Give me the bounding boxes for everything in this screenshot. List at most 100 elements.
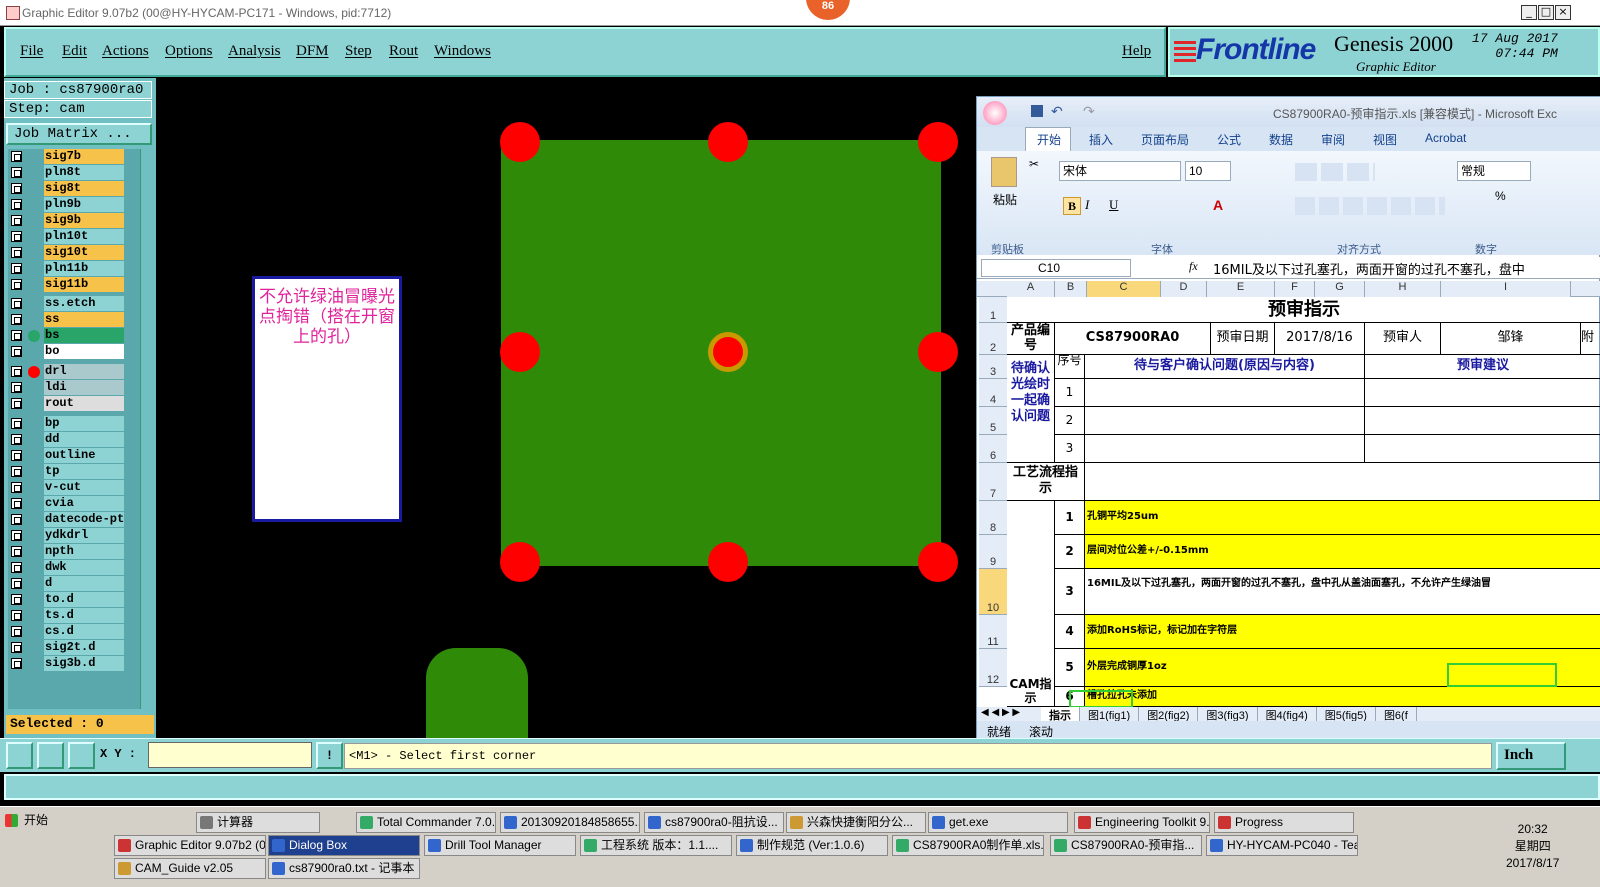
layer-checkbox[interactable] <box>11 546 22 557</box>
layer-checkbox[interactable] <box>11 398 22 409</box>
advice-cell[interactable] <box>1365 379 1600 407</box>
layer-row-sig2t-d[interactable]: sig2t.d <box>8 640 128 655</box>
layer-row-sig3b-d[interactable]: sig3b.d <box>8 656 128 671</box>
issue-cell[interactable] <box>1085 435 1365 463</box>
sheet-tab[interactable]: 图5(fig5) <box>1317 707 1376 721</box>
layer-name[interactable]: bp <box>44 416 124 431</box>
layer-checkbox[interactable] <box>11 578 22 589</box>
taskbar-button[interactable]: Engineering Toolkit 9.... <box>1074 812 1210 833</box>
layer-checkbox[interactable] <box>11 298 22 309</box>
sheet-tab[interactable]: 图4(fig4) <box>1258 707 1317 721</box>
layer-name[interactable]: sig3b.d <box>44 656 124 671</box>
tab-acrobat[interactable]: Acrobat <box>1425 131 1466 145</box>
paste-icon[interactable] <box>991 157 1017 187</box>
taskbar-button[interactable]: Total Commander 7.0... <box>356 812 496 833</box>
review-date[interactable]: 2017/8/16 <box>1275 323 1365 355</box>
layer-row-drl[interactable]: drl <box>8 364 128 379</box>
layer-name[interactable]: ldi <box>44 380 124 395</box>
process-label[interactable]: 工艺流程指示 <box>1007 463 1085 501</box>
layer-row-ts-d[interactable]: ts.d <box>8 608 128 623</box>
instruction-text[interactable]: 16MIL及以下过孔塞孔，两面开窗的过孔不塞孔，盘中孔从盖油面塞孔，不允许产生绿… <box>1085 569 1600 615</box>
layer-checkbox[interactable] <box>11 498 22 509</box>
graphic-canvas[interactable]: 不允许绿油冒曝光点掏错（搭在开窗上的孔） <box>158 78 976 738</box>
confirm-seq-1[interactable]: 1 <box>1055 379 1085 407</box>
tab-view[interactable]: 视图 <box>1373 131 1397 148</box>
layer-checkbox[interactable] <box>11 642 22 653</box>
col-header-c[interactable]: C <box>1087 281 1161 297</box>
instruction-text[interactable]: 层间对位公差+/-0.15mm <box>1085 535 1600 569</box>
layer-name[interactable]: bs <box>44 328 124 343</box>
menu-help[interactable]: Help <box>1122 43 1151 60</box>
reviewer-label[interactable]: 预审人 <box>1365 323 1441 355</box>
layer-name[interactable]: pln10t <box>44 229 124 244</box>
row-header[interactable]: 10 <box>979 569 1007 615</box>
xy-input[interactable] <box>148 742 312 768</box>
layer-checkbox[interactable] <box>11 330 22 341</box>
grid-tool-icon[interactable] <box>68 742 95 769</box>
issue-cell[interactable] <box>1085 379 1365 407</box>
taskbar-button[interactable]: CS87900RA0-预审指... <box>1050 835 1202 856</box>
layer-name[interactable]: npth <box>44 544 124 559</box>
save-icon[interactable] <box>1031 105 1043 117</box>
row-header[interactable]: 12 <box>979 649 1007 687</box>
layer-name[interactable]: sig9b <box>44 213 124 228</box>
layer-checkbox[interactable] <box>11 215 22 226</box>
menu-step[interactable]: Step <box>345 43 372 60</box>
menu-actions[interactable]: Actions <box>102 43 149 60</box>
layer-checkbox[interactable] <box>11 167 22 178</box>
layer-row-ldi[interactable]: ldi <box>8 380 128 395</box>
fx-icon[interactable]: fx <box>1189 259 1198 274</box>
row-header[interactable]: 1 <box>979 297 1007 323</box>
layer-row-cs-d[interactable]: cs.d <box>8 624 128 639</box>
layer-checkbox[interactable] <box>11 183 22 194</box>
layer-row-rout[interactable]: rout <box>8 396 128 411</box>
taskbar-button[interactable]: cs87900ra0-阻抗设... <box>644 812 784 833</box>
layer-checkbox[interactable] <box>11 610 22 621</box>
layer-row-sig9b[interactable]: sig9b <box>8 213 128 228</box>
issue-cell[interactable] <box>1085 407 1365 435</box>
layer-row-pln8t[interactable]: pln8t <box>8 165 128 180</box>
measure-tool-icon[interactable] <box>37 742 64 769</box>
tab-insert[interactable]: 插入 <box>1089 131 1113 148</box>
font-color-button[interactable]: A <box>1213 197 1223 213</box>
layer-checkbox[interactable] <box>11 382 22 393</box>
layer-name[interactable]: sig8t <box>44 181 124 196</box>
office-button-icon[interactable] <box>983 101 1007 125</box>
exclamation-icon[interactable]: ! <box>316 742 343 769</box>
sheet-nav-icon[interactable]: ◀ ◀ ▶ ▶ <box>981 707 1020 718</box>
layer-name[interactable]: ss.etch <box>44 296 124 311</box>
layer-row-tp[interactable]: tp <box>8 464 128 479</box>
taskbar-button[interactable]: 工程系统 版本：1.1.... <box>580 835 732 856</box>
menu-edit[interactable]: Edit <box>62 43 87 60</box>
instruction-number[interactable]: 1 <box>1055 501 1085 535</box>
font-name-select[interactable]: 宋体 <box>1059 161 1181 181</box>
taskbar-button[interactable]: cs87900ra0.txt - 记事本 <box>268 858 420 879</box>
layer-row-d[interactable]: d <box>8 576 128 591</box>
sheet-tab[interactable]: 图3(fig3) <box>1198 707 1258 721</box>
undo-icon[interactable]: ↶ <box>1051 103 1063 120</box>
taskbar-button[interactable]: Progress <box>1214 812 1354 833</box>
issue-header[interactable]: 待与客户确认问题(原因与内容) <box>1085 355 1365 379</box>
layer-row-sig8t[interactable]: sig8t <box>8 181 128 196</box>
notification-badge[interactable]: 86 <box>806 0 850 20</box>
taskbar-button[interactable]: get.exe <box>928 812 1068 833</box>
layer-name[interactable]: pln9b <box>44 197 124 212</box>
layer-checkbox[interactable] <box>11 562 22 573</box>
layer-name[interactable]: pln8t <box>44 165 124 180</box>
row-header[interactable]: 11 <box>979 615 1007 649</box>
sheet-tab[interactable]: 图2(fig2) <box>1139 707 1199 721</box>
units-button[interactable]: Inch <box>1496 742 1566 770</box>
instruction-number[interactable]: 4 <box>1055 615 1085 649</box>
menu-file[interactable]: File <box>20 43 43 60</box>
col-header-e[interactable]: E <box>1207 281 1275 297</box>
layer-name[interactable]: cvia <box>44 496 124 511</box>
confirm-seq-3[interactable]: 3 <box>1055 435 1085 463</box>
layer-row-outline[interactable]: outline <box>8 448 128 463</box>
layer-name[interactable]: d <box>44 576 124 591</box>
sheet-grid[interactable]: 预审指示 产品编号 CS87900RA0 预审日期 2017/8/16 预审人 … <box>1007 297 1600 707</box>
product-code[interactable]: CS87900RA0 <box>1055 323 1211 355</box>
layer-name[interactable]: sig2t.d <box>44 640 124 655</box>
product-label[interactable]: 产品编号 <box>1007 323 1055 355</box>
row-header[interactable]: 3 <box>979 355 1007 379</box>
layer-checkbox[interactable] <box>11 247 22 258</box>
